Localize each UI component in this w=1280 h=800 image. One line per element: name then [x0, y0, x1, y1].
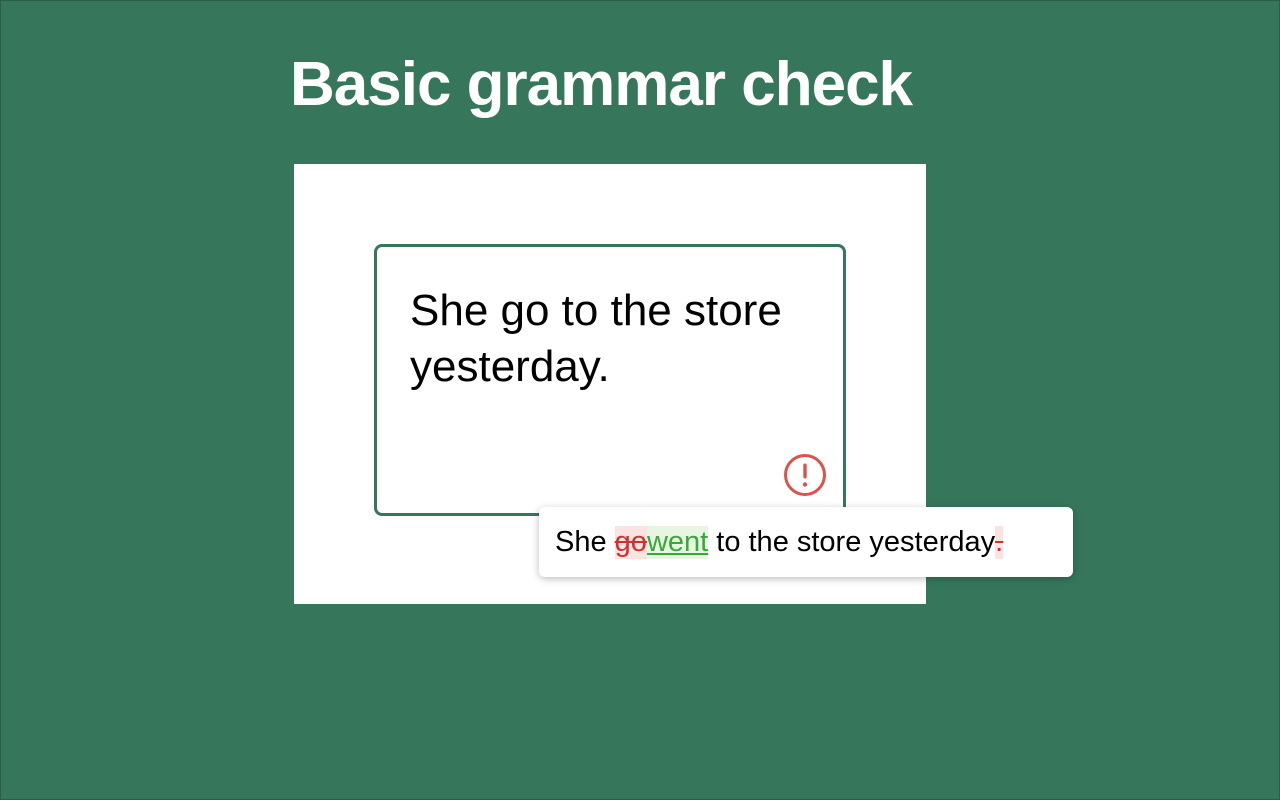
inserted-word: went: [646, 525, 709, 559]
page-title: Basic grammar check: [290, 50, 913, 119]
editor-text[interactable]: She go to the store yesterday.: [410, 283, 820, 395]
grammar-suggestion-popup[interactable]: She go went to the store yesterday.: [539, 507, 1073, 577]
suggestion-middle: to the store yesterday: [708, 525, 996, 558]
deleted-punctuation: .: [995, 525, 1004, 559]
text-editor[interactable]: She go to the store yesterday.: [374, 244, 846, 516]
exclamation-circle-icon[interactable]: [783, 453, 827, 497]
suggestion-prefix: She: [555, 525, 615, 558]
deleted-word: go: [614, 525, 647, 559]
